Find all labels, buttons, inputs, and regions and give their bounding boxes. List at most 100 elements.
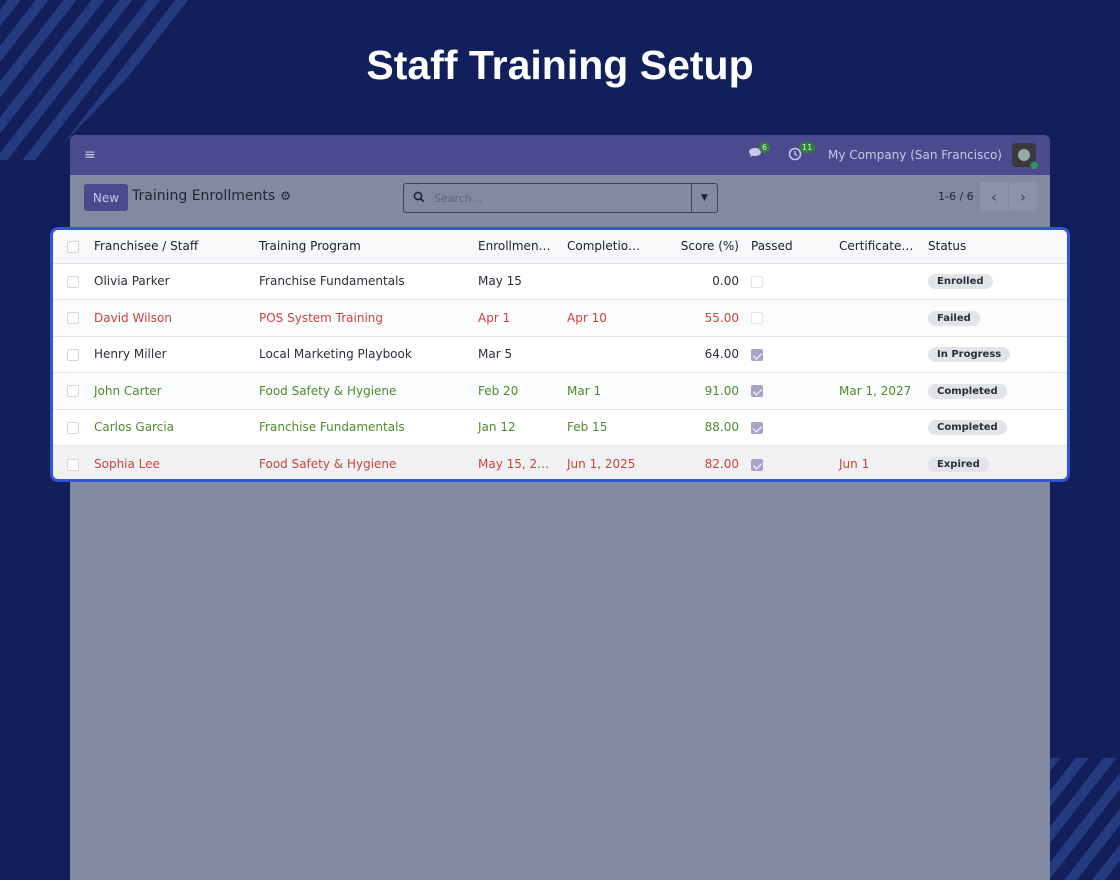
user-avatar[interactable] (1012, 143, 1039, 170)
status-badge: Expired (928, 457, 989, 472)
cell-score: 82.00 (704, 457, 739, 471)
column-header-certificate[interactable]: Certificate Expiry (833, 230, 922, 264)
gear-icon[interactable]: ⚙ (280, 189, 291, 203)
cell-program: Franchise Fundamentals (259, 274, 405, 289)
cell-score: 88.00 (704, 420, 739, 435)
pager-next-button[interactable]: › (1009, 182, 1037, 211)
cell-certificate-expiry (833, 409, 922, 446)
passed-checkbox[interactable] (751, 385, 763, 398)
row-select-checkbox[interactable] (67, 458, 79, 471)
chevron-right-icon: › (1020, 187, 1026, 206)
cell-certificate-expiry (833, 263, 922, 300)
cell-score: 0.00 (712, 274, 739, 289)
status-badge: Completed (928, 420, 1007, 436)
cell-staff: Carlos Garcia (94, 420, 175, 435)
decorative-stripes-bottom-right (1048, 758, 1120, 880)
cell-score: 64.00 (704, 347, 739, 362)
page-title: Staff Training Setup (366, 42, 754, 88)
cell-staff: John Carter (94, 383, 162, 398)
column-header-passed[interactable]: Passed (745, 230, 833, 264)
status-badge: Completed (928, 383, 1007, 399)
cell-certificate-expiry (833, 300, 922, 337)
cell-enrollment-date: May 15, 2025 (478, 457, 561, 471)
table-row[interactable]: Sophia Lee Food Safety & Hygiene May 15, 2… (53, 445, 1067, 479)
passed-checkbox[interactable] (751, 348, 763, 361)
row-select-checkbox[interactable] (67, 385, 79, 398)
row-select-checkbox[interactable] (67, 275, 79, 288)
cell-certificate-expiry: Jun 1 (839, 457, 870, 471)
status-badge: In Progress (928, 347, 1011, 363)
company-switcher[interactable]: My Company (San Francisco) (828, 148, 1002, 162)
status-badge: Failed (928, 310, 980, 326)
caret-down-icon: ▼ (701, 193, 708, 203)
row-select-checkbox[interactable] (67, 312, 79, 325)
pager-buttons: ‹ › (979, 182, 1037, 211)
cell-certificate-expiry (833, 336, 922, 373)
search-icon (404, 191, 434, 206)
pager-previous-button[interactable]: ‹ (980, 182, 1008, 211)
table-row[interactable]: John Carter Food Safety & Hygiene Feb 20 Ma… (53, 372, 1067, 409)
passed-checkbox[interactable] (751, 275, 763, 288)
cell-program: Franchise Fundamentals (259, 420, 405, 435)
column-header-staff[interactable]: Franchisee / Staff (88, 230, 253, 264)
chevron-left-icon: ‹ (991, 187, 997, 206)
cell-completion-date: Jun 1, 2025 (567, 457, 636, 471)
cell-enrollment-date: May 15 (478, 274, 522, 289)
breadcrumb-current: Training Enrollments (132, 188, 276, 204)
top-navbar: ≡ 6 11 My Company (San Francisco) (70, 135, 1050, 175)
cell-program: POS System Training (259, 310, 384, 325)
row-select-checkbox[interactable] (67, 348, 79, 361)
cell-certificate-expiry: Mar 1, 2027 (839, 383, 912, 398)
cell-completion-date: Mar 1 (567, 383, 602, 398)
search-options-toggle[interactable]: ▼ (691, 184, 717, 212)
activities-count-badge: 11 (799, 142, 816, 153)
avatar-face-icon (1018, 149, 1030, 161)
cell-staff: David Wilson (94, 310, 172, 325)
control-panel: New Training Enrollments ⚙ ▼ 1-6 / 6 ‹ › (70, 175, 1050, 219)
cell-completion-date (561, 336, 653, 373)
cell-program: Food Safety & Hygiene (259, 383, 397, 398)
column-header-enrollment[interactable]: Enrollment Date (472, 230, 561, 264)
search-input[interactable] (434, 184, 691, 212)
cell-staff: Henry Miller (94, 347, 167, 362)
table-row[interactable]: Henry Miller Local Marketing Playbook Mar … (53, 336, 1067, 373)
menu-icon[interactable]: ≡ (84, 147, 100, 163)
cell-enrollment-date: Jan 12 (478, 420, 516, 435)
navbar-systray: 6 11 My Company (San Francisco) (748, 142, 1039, 170)
cell-completion-date: Apr 10 (567, 310, 607, 325)
status-badge: Enrolled (928, 274, 993, 290)
table-header-row: Franchisee / Staff Training Program Enro… (53, 230, 1067, 264)
cell-program: Local Marketing Playbook (259, 347, 412, 362)
pager-value[interactable]: 1-6 / 6 (938, 190, 974, 203)
passed-checkbox[interactable] (751, 312, 763, 325)
cell-enrollment-date: Apr 1 (478, 310, 511, 325)
table-row[interactable]: Olivia Parker Franchise Fundamentals May 1… (53, 263, 1067, 300)
enrollment-table: Franchisee / Staff Training Program Enro… (53, 230, 1067, 479)
cell-score: 55.00 (704, 310, 739, 325)
cell-enrollment-date: Mar 5 (478, 347, 513, 362)
cell-staff: Olivia Parker (94, 274, 170, 289)
table-row[interactable]: David Wilson POS System Training Apr 1 Apr … (53, 299, 1067, 337)
search-bar: ▼ (403, 183, 718, 213)
cell-score: 91.00 (704, 383, 739, 398)
column-header-completion[interactable]: Completion Date (561, 230, 653, 264)
select-all-checkbox[interactable] (67, 240, 79, 253)
messages-count-badge: 6 (759, 142, 771, 153)
online-status-icon (1030, 161, 1039, 170)
passed-checkbox[interactable] (751, 458, 763, 471)
passed-checkbox[interactable] (751, 421, 763, 434)
activity-clock-icon[interactable]: 11 (788, 142, 816, 163)
column-header-score[interactable]: Score (%) (653, 230, 745, 264)
column-header-status[interactable]: Status (922, 230, 1067, 264)
table-row[interactable]: Carlos Garcia Franchise Fundamentals Jan 1… (53, 409, 1067, 446)
enrollment-list: Franchisee / Staff Training Program Enro… (50, 227, 1070, 482)
cell-program: Food Safety & Hygiene (259, 457, 397, 471)
column-header-program[interactable]: Training Program (253, 230, 472, 264)
cell-enrollment-date: Feb 20 (478, 383, 519, 398)
cell-completion-date (561, 263, 653, 300)
cell-staff: Sophia Lee (94, 457, 160, 471)
breadcrumb: Training Enrollments ⚙ (132, 188, 291, 204)
new-button[interactable]: New (84, 184, 128, 211)
messages-icon[interactable]: 6 (748, 142, 771, 163)
row-select-checkbox[interactable] (67, 421, 79, 434)
